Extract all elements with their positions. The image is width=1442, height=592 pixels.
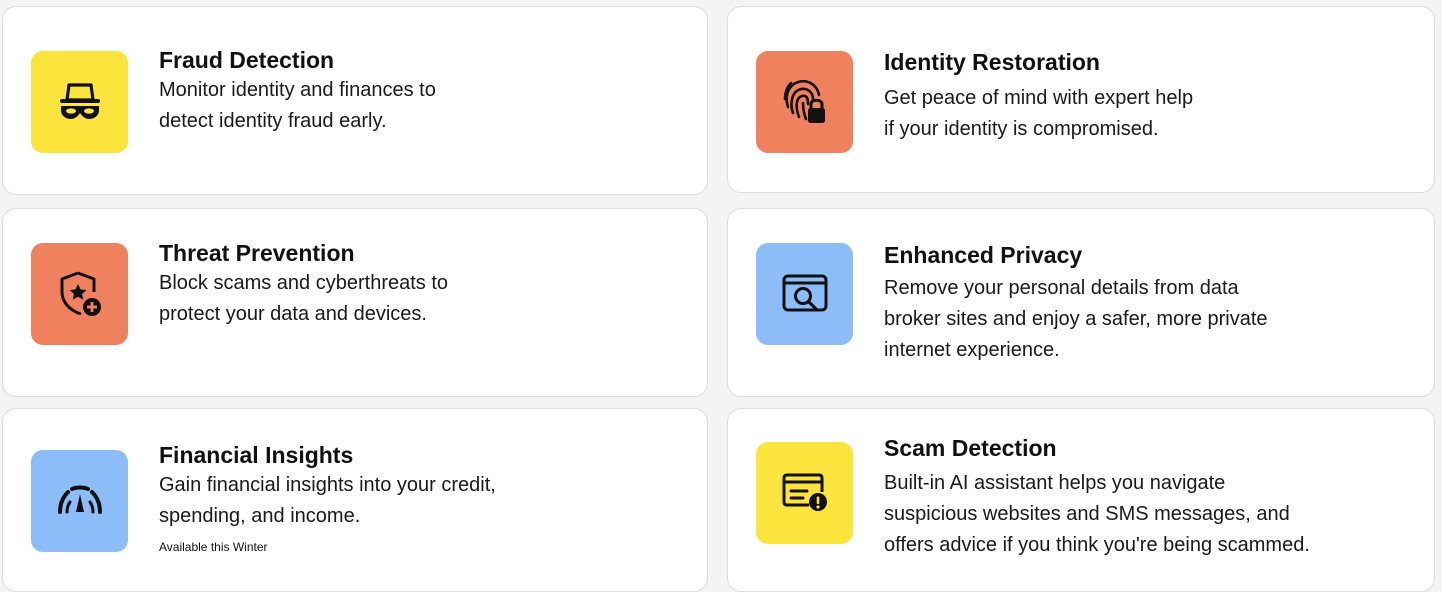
feature-title: Fraud Detection: [159, 47, 335, 73]
feature-text: Enhanced Privacy Remove your personal de…: [884, 241, 1414, 366]
gauge-icon: [57, 484, 103, 518]
scam-alert-icon: [781, 472, 829, 514]
feature-tile: [756, 442, 853, 544]
feature-tile: [31, 51, 128, 153]
availability-note: Available this Winter: [159, 540, 268, 554]
feature-text: Fraud Detection Monitor identity and fin…: [159, 46, 687, 137]
feature-description-line: Built-in AI assistant helps you navigate: [884, 472, 1226, 494]
feature-description-line: Get peace of mind with expert help: [884, 87, 1194, 109]
feature-description-line: protect your data and devices.: [159, 303, 427, 325]
feature-title: Scam Detection: [884, 435, 1057, 461]
feature-description-line: Monitor identity and finances to: [159, 79, 436, 101]
feature-description-line: broker sites and enjoy a safer, more pri…: [884, 308, 1268, 330]
feature-description-line: detect identity fraud early.: [159, 110, 387, 132]
feature-description-line: spending, and income.: [159, 505, 361, 527]
feature-card-identity-restoration: Identity Restoration Get peace of mind w…: [727, 6, 1435, 193]
feature-description-line: Remove your personal details from data: [884, 277, 1239, 299]
feature-description-line: if your identity is compromised.: [884, 118, 1159, 140]
fingerprint-lock-icon: [782, 77, 828, 127]
feature-title: Identity Restoration: [884, 49, 1100, 75]
feature-tile: [31, 243, 128, 345]
privacy-search-icon: [781, 272, 829, 316]
feature-card-enhanced-privacy: Enhanced Privacy Remove your personal de…: [727, 208, 1435, 397]
feature-description-line: Gain financial insights into your credit…: [159, 474, 496, 496]
feature-description-line: offers advice if you think you're being …: [884, 534, 1310, 556]
feature-description-line: suspicious websites and SMS messages, an…: [884, 503, 1290, 525]
feature-description-line: Block scams and cyberthreats to: [159, 272, 449, 294]
feature-card-threat-prevention: Threat Prevention Block scams and cybert…: [2, 208, 708, 397]
incognito-icon: [58, 81, 102, 123]
feature-title: Enhanced Privacy: [884, 242, 1083, 268]
feature-tile: [31, 450, 128, 552]
feature-text: Threat Prevention Block scams and cybert…: [159, 239, 687, 330]
feature-title: Threat Prevention: [159, 240, 355, 266]
feature-tile: [756, 51, 853, 153]
shield-star-icon: [58, 270, 102, 318]
feature-description-line: internet experience.: [884, 339, 1060, 361]
feature-title: Financial Insights: [159, 442, 354, 468]
feature-text: Financial Insights Gain financial insigh…: [159, 441, 687, 556]
feature-card-fraud-detection: Fraud Detection Monitor identity and fin…: [2, 6, 708, 195]
feature-tile: [756, 243, 853, 345]
feature-text: Scam Detection Built-in AI assistant hel…: [884, 434, 1414, 561]
feature-card-financial-insights: Financial Insights Gain financial insigh…: [2, 408, 708, 592]
feature-text: Identity Restoration Get peace of mind w…: [884, 48, 1414, 145]
feature-card-scam-detection: Scam Detection Built-in AI assistant hel…: [727, 408, 1435, 592]
